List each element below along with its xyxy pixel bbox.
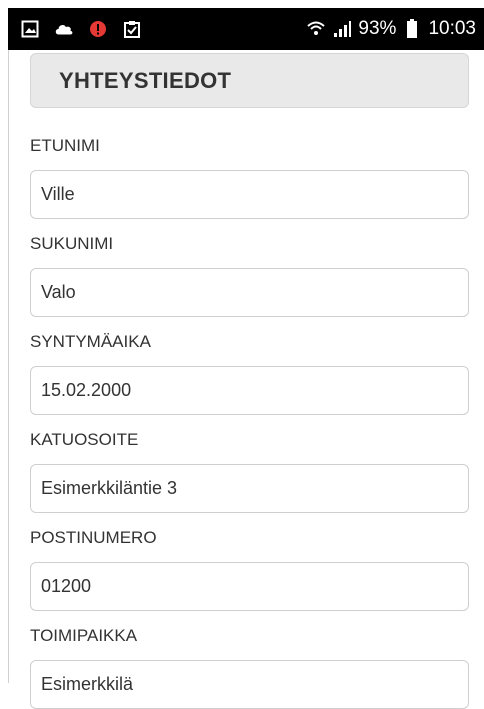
street-address-input[interactable] (30, 464, 469, 513)
section-title: YHTEYSTIEDOT (59, 67, 232, 93)
street-address-label: KATUOSOITE (30, 430, 139, 449)
clock: 10:03 (428, 18, 476, 39)
battery-icon (402, 19, 422, 39)
left-divider (8, 50, 9, 683)
cloud-icon (54, 19, 74, 39)
section-header: YHTEYSTIEDOT (30, 53, 469, 108)
last-name-input[interactable] (30, 268, 469, 317)
birth-date-input[interactable] (30, 366, 469, 415)
postal-code-input[interactable] (30, 562, 469, 611)
signal-icon (332, 19, 352, 39)
notification-icons (20, 19, 142, 39)
first-name-label: ETUNIMI (30, 136, 100, 155)
city-input[interactable] (30, 660, 469, 709)
postal-code-label: POSTINUMERO (30, 528, 157, 547)
city-label: TOIMIPAIKKA (30, 626, 138, 645)
battery-percentage: 93% (358, 18, 397, 39)
first-name-input[interactable] (30, 170, 469, 219)
status-bar: 93% 10:03 (8, 8, 484, 50)
image-icon (20, 19, 40, 39)
system-status: 93% 10:03 (306, 18, 476, 40)
birth-date-label: SYNTYMÄAIKA (30, 332, 151, 351)
alert-icon (88, 19, 108, 39)
clipboard-check-icon (122, 19, 142, 39)
last-name-label: SUKUNIMI (30, 234, 114, 253)
wifi-icon (306, 19, 326, 39)
